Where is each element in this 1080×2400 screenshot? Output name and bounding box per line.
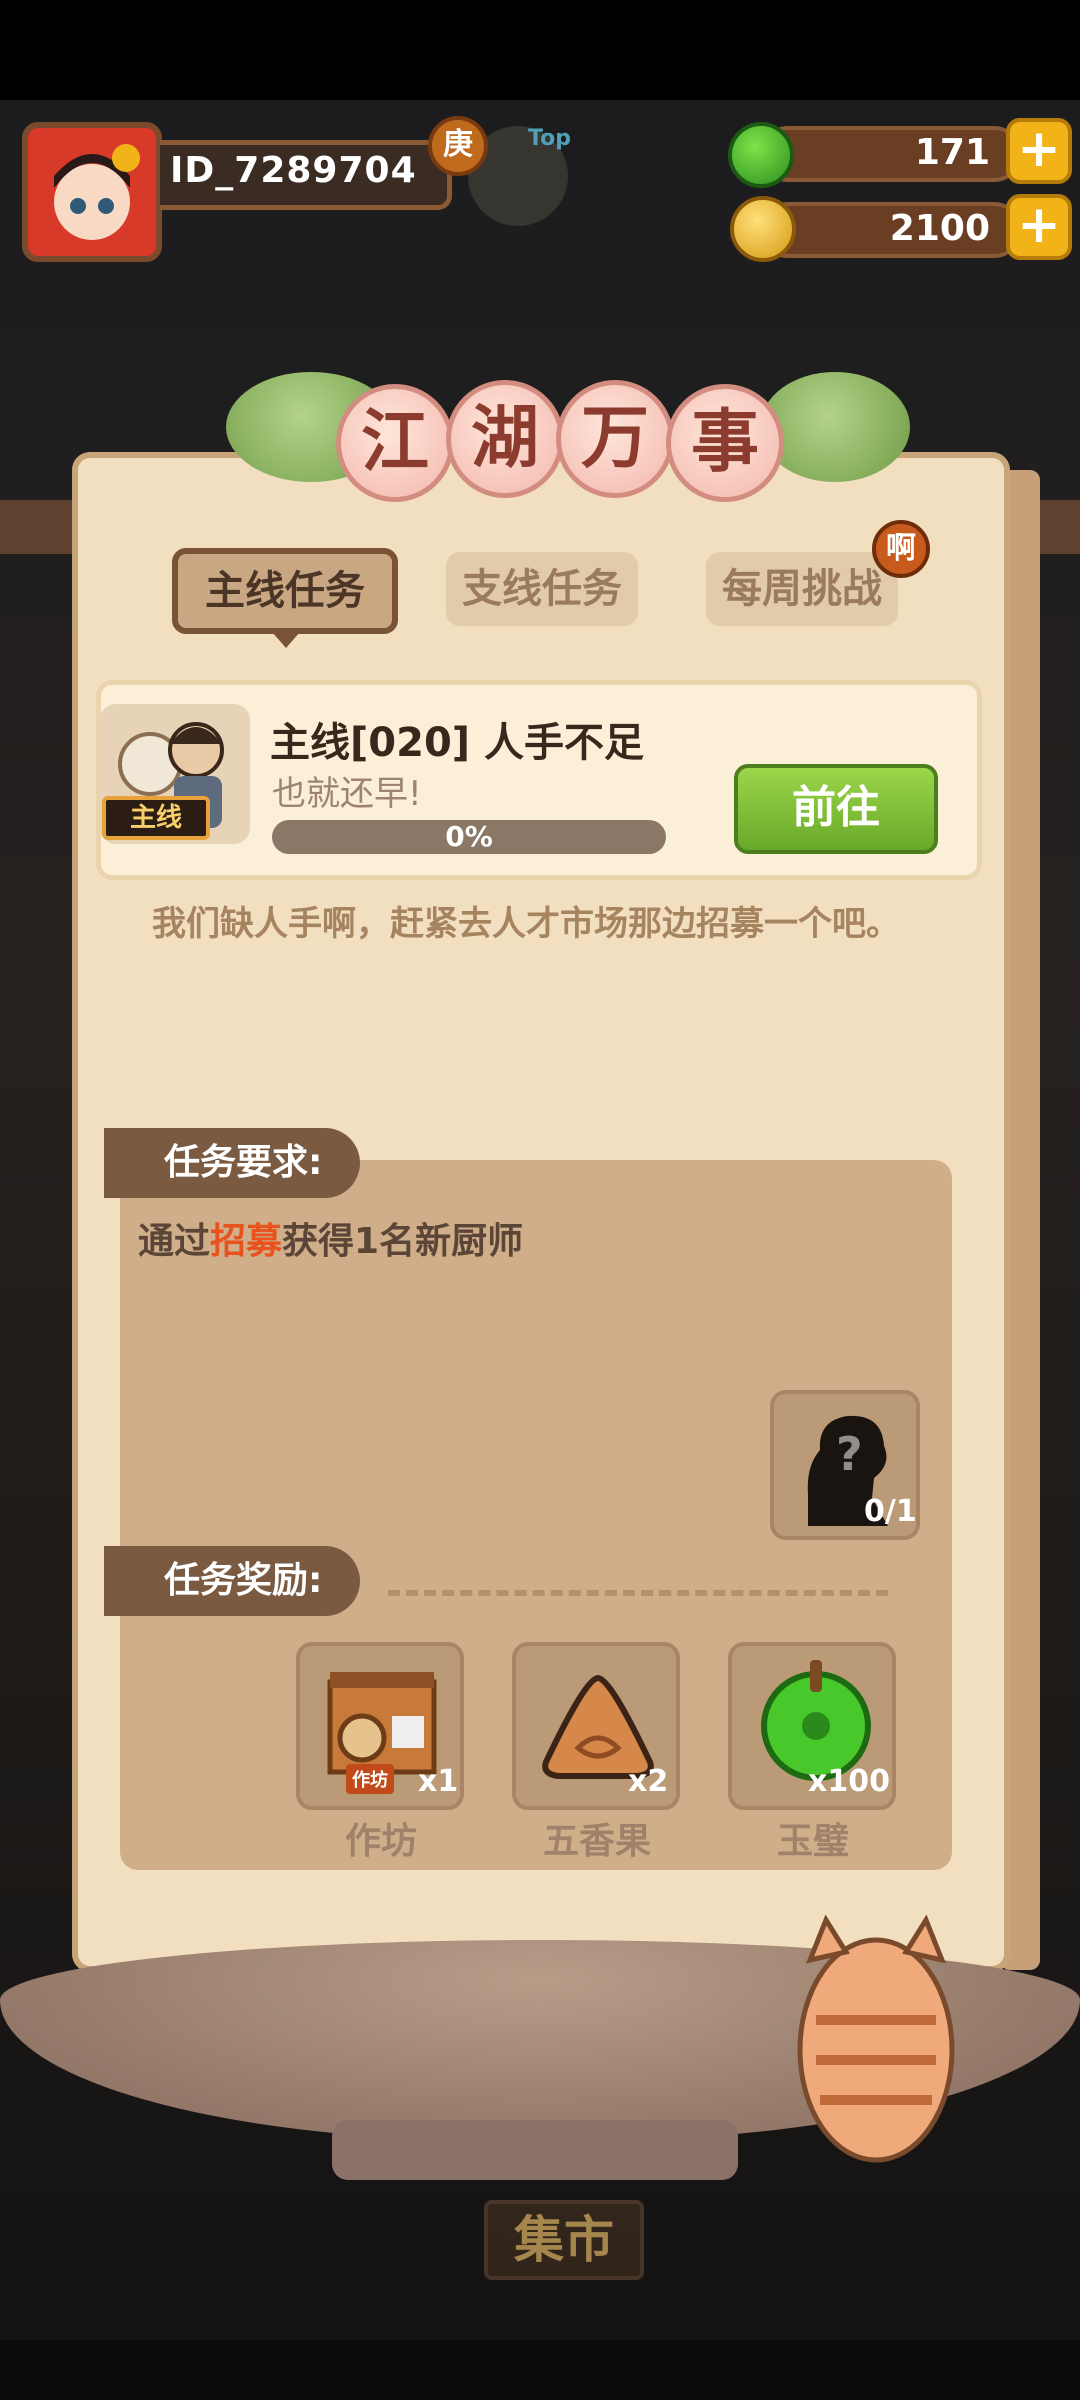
player-id: ID_7289704 <box>170 150 417 191</box>
reward-name-jade: 玉璧 <box>776 1821 849 1862</box>
tab-weekly-challenge[interactable]: 每周挑战 <box>706 552 898 626</box>
add-coin-button[interactable]: + <box>1006 194 1072 260</box>
quest-description: 我们缺人手啊，赶紧去人才市场那边招募一个吧。 <box>152 904 900 944</box>
reward-name-fruit: 五香果 <box>542 1821 651 1862</box>
system-nav-bar <box>0 2340 1080 2400</box>
quest-subtitle: 也就还早! <box>272 774 422 814</box>
coin-amount: 2100 <box>889 208 990 249</box>
main-quest-tag: 主线 <box>102 796 210 840</box>
tab-main-quests[interactable]: 主线任务 <box>172 548 398 634</box>
svg-text:?: ? <box>836 1427 863 1481</box>
quest-title: 主线[020] 人手不足 <box>270 720 644 766</box>
reward-qty-fruit: x2 <box>628 1764 669 1799</box>
reward-header: 任务奖励: <box>104 1546 360 1616</box>
requirement-text-suffix: 获得1名新厨师 <box>282 1221 524 1262</box>
jade-icon <box>728 122 794 188</box>
requirement-count: 0/1 <box>864 1494 917 1529</box>
reward-slot-fruit[interactable]: x2 <box>512 1642 680 1810</box>
reward-divider <box>388 1590 888 1600</box>
weekly-notification-badge: 啊 <box>872 520 930 578</box>
active-tab-pointer <box>272 632 300 648</box>
player-avatar[interactable] <box>22 122 162 262</box>
reward-qty-jade: x100 <box>808 1764 890 1799</box>
reward-qty-workshop: x1 <box>418 1764 459 1799</box>
top-label: Top <box>528 126 571 151</box>
bowl-base <box>332 2120 738 2180</box>
chef-requirement-slot[interactable]: ? 0/1 <box>770 1390 920 1540</box>
jade-amount: 171 <box>914 132 990 173</box>
title-char-1: 江 <box>336 384 454 502</box>
quest-progress-text: 0% <box>445 820 493 853</box>
workshop-tag: 作坊 <box>346 1764 394 1794</box>
requirement-text-prefix: 通过 <box>138 1221 211 1262</box>
requirement-header: 任务要求: <box>104 1128 360 1198</box>
rank-badge[interactable]: 庚 <box>428 116 488 176</box>
title-char-3: 万 <box>556 380 674 498</box>
reward-slot-workshop[interactable]: 作坊 x1 <box>296 1642 464 1810</box>
title-char-2: 湖 <box>446 380 564 498</box>
market-sign[interactable]: 集市 <box>484 2200 644 2280</box>
chef-avatar-icon <box>28 128 156 256</box>
requirement-keyword[interactable]: 招募 <box>210 1221 282 1262</box>
requirement-text: 通过招募获得1名新厨师 <box>138 1212 523 1264</box>
reward-slot-jade[interactable]: x100 <box>728 1642 896 1810</box>
reward-name-workshop: 作坊 <box>344 1821 417 1862</box>
coin-icon <box>730 196 796 262</box>
tab-side-quests[interactable]: 支线任务 <box>446 552 638 626</box>
cat-mascot-icon <box>797 1914 955 2163</box>
go-button[interactable]: 前往 <box>734 764 938 854</box>
leaf-decoration-right <box>760 372 910 482</box>
add-jade-button[interactable]: + <box>1006 118 1072 184</box>
title-char-4: 事 <box>666 384 784 502</box>
